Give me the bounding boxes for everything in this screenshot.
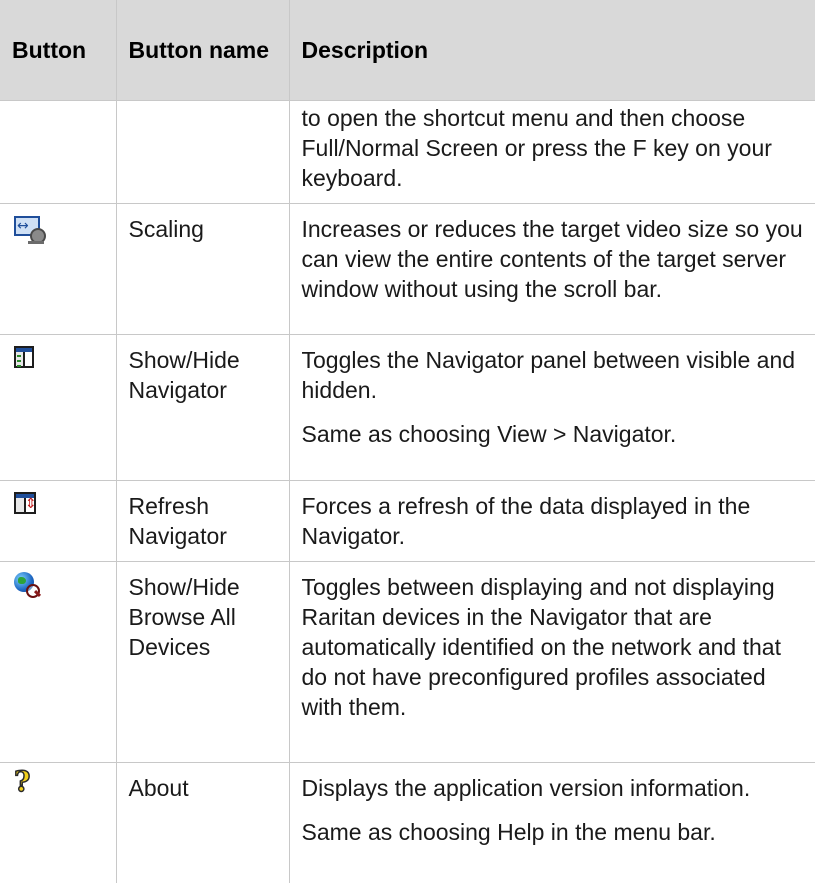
description-cell: Increases or reduces the target video si…	[289, 204, 815, 335]
table-header-row: Button Button name Description	[0, 0, 815, 101]
description-cell: to open the shortcut menu and then choos…	[289, 101, 815, 204]
table-row-continued: to open the shortcut menu and then choos…	[0, 101, 815, 204]
button-name-cell: Show/Hide Navigator	[116, 335, 289, 481]
button-cell: ⇕	[0, 481, 116, 562]
description-text: Same as choosing Help in the menu bar.	[302, 817, 804, 847]
browse-globe-icon	[14, 572, 40, 598]
name-cell-empty	[116, 101, 289, 204]
button-cell-empty	[0, 101, 116, 204]
table-row: ? About Displays the application version…	[0, 763, 815, 883]
scaling-icon	[14, 214, 44, 244]
refresh-navigator-icon: ⇕	[14, 492, 36, 514]
question-mark-icon: ?	[14, 773, 32, 797]
button-cell	[0, 204, 116, 335]
table-row: Show/Hide Navigator Toggles the Navigato…	[0, 335, 815, 481]
button-cell	[0, 562, 116, 763]
description-text: Toggles between displaying and not displ…	[302, 572, 804, 722]
button-name-cell: About	[116, 763, 289, 883]
table-row: ⇕ Refresh Navigator Forces a refresh of …	[0, 481, 815, 562]
description-cell: Displays the application version informa…	[289, 763, 815, 883]
description-cell: Toggles between displaying and not displ…	[289, 562, 815, 763]
button-name-cell: Refresh Navigator	[116, 481, 289, 562]
header-button: Button	[0, 0, 116, 101]
header-description: Description	[289, 0, 815, 101]
header-button-name: Button name	[116, 0, 289, 101]
table-row: Show/Hide Browse All Devices Toggles bet…	[0, 562, 815, 763]
table-row: Scaling Increases or reduces the target …	[0, 204, 815, 335]
navigator-panel-icon	[14, 346, 34, 368]
description-text: Toggles the Navigator panel between visi…	[302, 345, 804, 405]
description-text: to open the shortcut menu and then choos…	[302, 103, 804, 193]
description-text: Same as choosing View > Navigator.	[302, 419, 804, 449]
description-cell: Toggles the Navigator panel between visi…	[289, 335, 815, 481]
button-cell: ?	[0, 763, 116, 883]
description-cell: Forces a refresh of the data displayed i…	[289, 481, 815, 562]
description-text: Forces a refresh of the data displayed i…	[302, 491, 804, 551]
button-name-cell: Show/Hide Browse All Devices	[116, 562, 289, 763]
button-cell	[0, 335, 116, 481]
button-reference-table: Button Button name Description to open t…	[0, 0, 815, 883]
description-text: Displays the application version informa…	[302, 773, 804, 803]
button-name-cell: Scaling	[116, 204, 289, 335]
description-text: Increases or reduces the target video si…	[302, 214, 804, 304]
